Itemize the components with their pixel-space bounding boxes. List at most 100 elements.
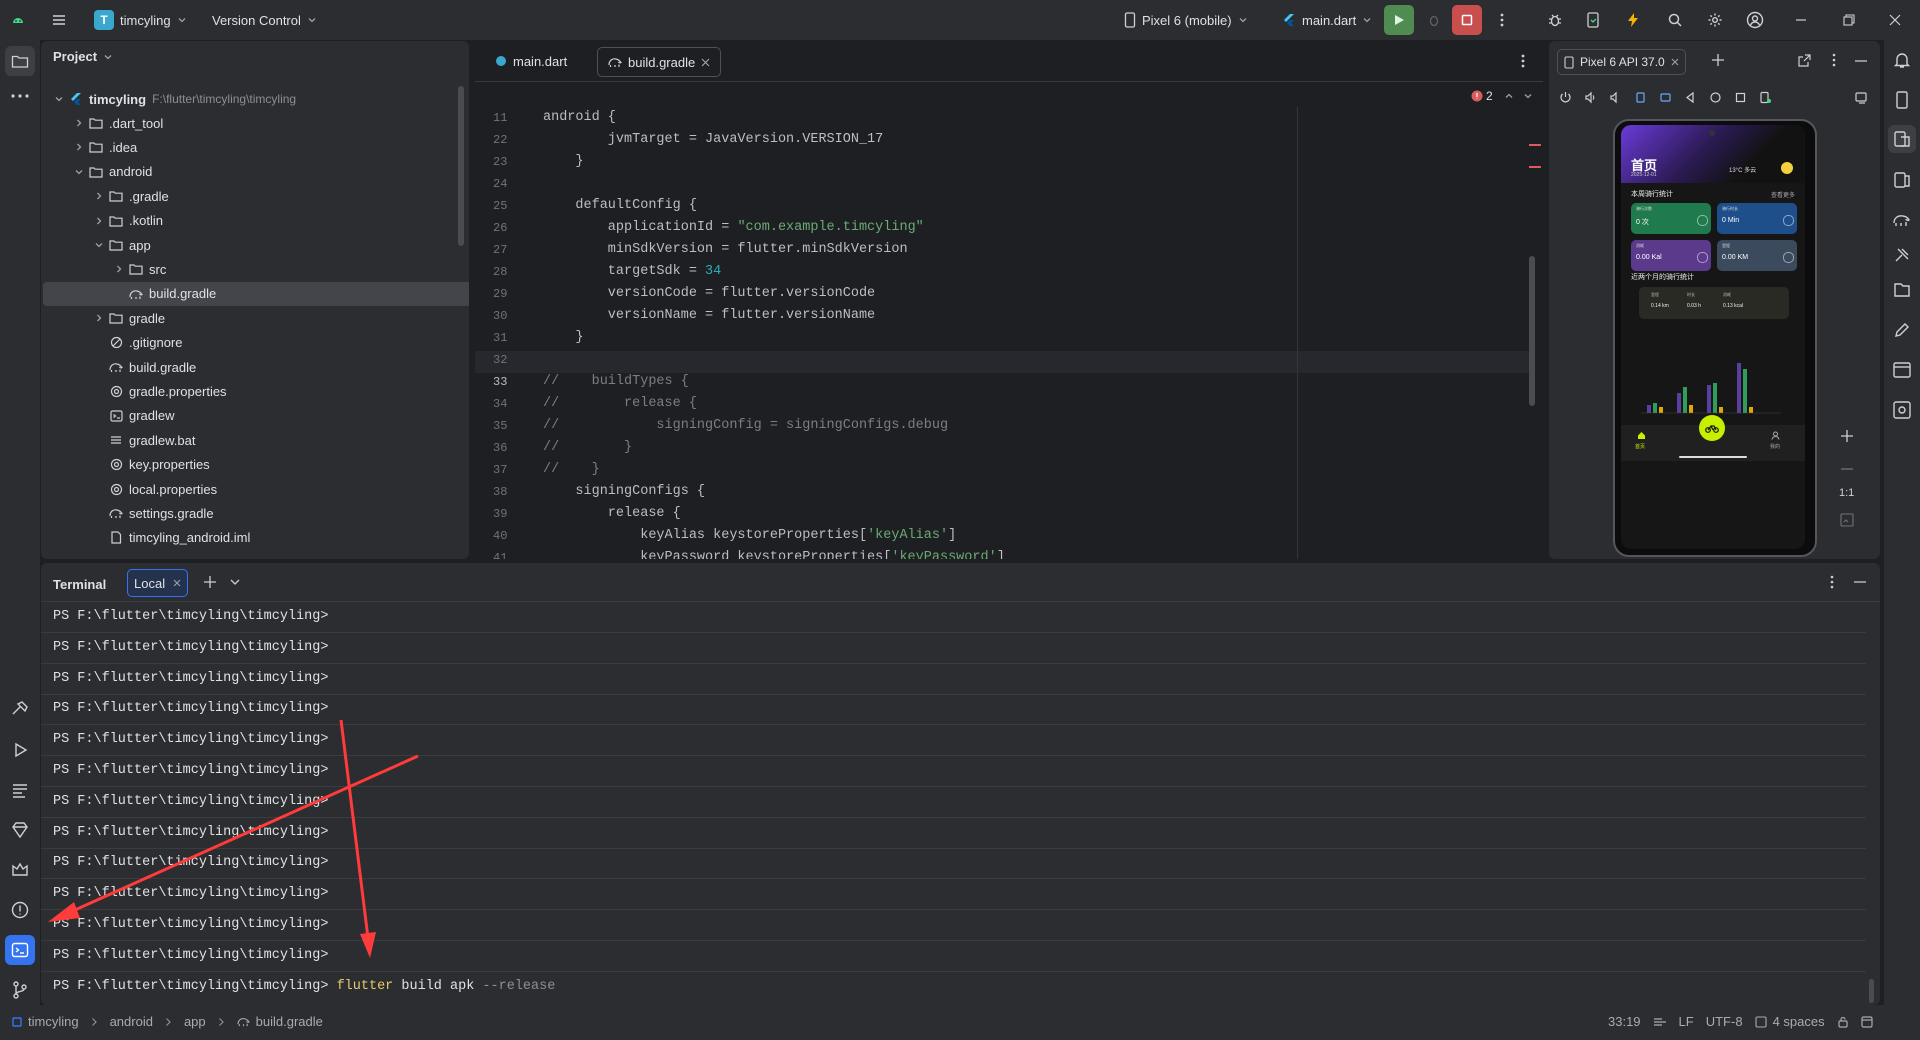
debug-icon[interactable] xyxy=(1419,5,1449,35)
caret-position[interactable]: 33:19 xyxy=(1608,1014,1641,1029)
code-line[interactable]: keyPassword keystoreProperties['keyPassw… xyxy=(543,550,1005,559)
code-line[interactable]: } xyxy=(543,154,583,169)
notifications-icon[interactable] xyxy=(1861,1015,1873,1028)
terminal-line[interactable]: PS F:\flutter\timcyling\timcyling> xyxy=(41,602,1866,633)
device-search-icon[interactable] xyxy=(1892,400,1912,420)
restore-window-icon[interactable] xyxy=(1834,5,1864,35)
terminal-line[interactable]: PS F:\flutter\timcyling\timcyling> xyxy=(41,664,1866,695)
more-actions-icon[interactable] xyxy=(1487,5,1517,35)
search-icon[interactable] xyxy=(1660,5,1690,35)
terminal-input-line[interactable]: PS F:\flutter\timcyling\timcyling> flutt… xyxy=(41,972,1866,1002)
phone-screen[interactable]: 首页 2025-12-01 13°C 多云 本周骑行统计 查看更多 骑行次数 0 … xyxy=(1621,125,1805,549)
tab-main-dart[interactable]: main.dart xyxy=(485,47,577,75)
volume-down-icon[interactable] xyxy=(1609,91,1622,104)
app-stat-card[interactable]: 消耗 0.00 Kal xyxy=(1631,240,1711,271)
tree-item[interactable]: build.gradle xyxy=(43,281,469,306)
rotate-left-icon[interactable] xyxy=(1634,91,1647,104)
tree-root[interactable]: timcyling F:\flutter\timcyling\timcyling xyxy=(51,87,296,111)
tree-item[interactable]: gradle xyxy=(91,306,165,330)
terminal-line[interactable]: PS F:\flutter\timcyling\timcyling> xyxy=(41,848,1866,880)
tree-item[interactable]: gradlew xyxy=(91,404,175,428)
power-icon[interactable] xyxy=(1559,91,1572,104)
tree-item[interactable]: timcyling_android.iml xyxy=(91,526,250,550)
flutter-performance-icon[interactable] xyxy=(1892,280,1912,300)
screenshot-icon[interactable] xyxy=(1759,91,1772,104)
build-hammer-icon[interactable] xyxy=(10,700,30,720)
breadcrumb-project[interactable]: timcyling xyxy=(28,1014,79,1029)
gesture-bar[interactable] xyxy=(1679,456,1747,458)
tree-item[interactable]: .idea xyxy=(71,135,137,159)
back-icon[interactable] xyxy=(1684,91,1697,104)
zoom-in-plus-icon[interactable] xyxy=(1840,429,1854,443)
chevron-up-icon[interactable] xyxy=(1504,91,1514,101)
new-terminal-plus-icon[interactable] xyxy=(203,575,217,589)
terminal-line[interactable]: PS F:\flutter\timcyling\timcyling> xyxy=(41,694,1866,726)
tree-item[interactable]: settings.gradle xyxy=(91,501,214,525)
pen-icon[interactable] xyxy=(1892,320,1912,340)
chevron-right-icon[interactable] xyxy=(71,118,87,128)
main-menu-icon[interactable] xyxy=(44,5,74,35)
tree-item[interactable]: gradlew.bat xyxy=(91,428,196,452)
app-stat-card[interactable]: 里程 0.00 KM xyxy=(1717,240,1797,271)
indent-setting[interactable]: 4 spaces xyxy=(1773,1014,1825,1029)
error-stripe-mark[interactable] xyxy=(1529,166,1541,168)
terminal-line[interactable]: PS F:\flutter\timcyling\timcyling> xyxy=(41,756,1866,787)
code-line[interactable]: keyAlias keystoreProperties['keyAlias'] xyxy=(543,528,956,543)
code-line[interactable]: // signingConfig = signingConfigs.debug xyxy=(543,418,948,433)
breadcrumb-file[interactable]: build.gradle xyxy=(256,1014,323,1029)
terminal-tool-icon[interactable] xyxy=(5,935,35,965)
code-line[interactable]: // } xyxy=(543,462,600,477)
line-separator[interactable]: LF xyxy=(1679,1014,1694,1029)
terminal-line[interactable]: PS F:\flutter\timcyling\timcyling> xyxy=(41,725,1866,757)
nav-profile-label[interactable]: 我的 xyxy=(1770,443,1780,450)
tree-item[interactable]: build.gradle xyxy=(91,355,196,379)
chevron-right-icon[interactable] xyxy=(111,264,127,274)
run-tool-icon[interactable] xyxy=(10,740,30,760)
rotate-right-icon[interactable] xyxy=(1659,91,1672,104)
error-stripe-mark[interactable] xyxy=(1529,144,1541,146)
chevron-down-icon[interactable] xyxy=(1523,91,1533,101)
project-switcher[interactable]: T timcyling xyxy=(88,6,193,34)
hot-reload-icon[interactable] xyxy=(1618,5,1648,35)
app-stat-card[interactable]: 骑行次数 0 次 xyxy=(1631,203,1711,234)
code-line[interactable]: targetSdk = 34 xyxy=(543,264,721,279)
close-tab-icon[interactable] xyxy=(173,579,181,587)
close-tab-icon[interactable] xyxy=(1671,58,1679,66)
lock-icon[interactable] xyxy=(1837,1016,1849,1028)
close-window-icon[interactable] xyxy=(1880,5,1910,35)
device-mirror-icon[interactable] xyxy=(1892,170,1912,190)
device-snapshot-icon[interactable] xyxy=(1855,91,1869,104)
home-circle-icon[interactable] xyxy=(1709,91,1722,104)
code-line[interactable]: applicationId = "com.example.timcyling" xyxy=(543,220,924,235)
terminal-line[interactable]: PS F:\flutter\timcyling\timcyling> xyxy=(41,787,1866,818)
inspection-widget[interactable]: 2 xyxy=(1471,89,1533,103)
git-branch-icon[interactable] xyxy=(10,980,30,1000)
version-control-menu[interactable]: Version Control xyxy=(206,6,323,34)
code-line[interactable]: minSdkVersion = flutter.minSdkVersion xyxy=(543,242,908,257)
terminal-line[interactable]: PS F:\flutter\timcyling\timcyling> xyxy=(41,941,1866,972)
app-section-link[interactable]: 查看更多 xyxy=(1771,190,1795,199)
breadcrumb-android[interactable]: android xyxy=(110,1014,153,1029)
code-line[interactable]: release { xyxy=(543,506,681,521)
notifications-bell-icon[interactable] xyxy=(1892,50,1912,70)
code-line[interactable]: defaultConfig { xyxy=(543,198,697,213)
zoom-actual-size-button[interactable]: 1:1 xyxy=(1839,487,1854,499)
more-icon[interactable] xyxy=(1832,53,1836,67)
tree-item[interactable]: src xyxy=(111,257,166,281)
terminal-minimize-icon[interactable] xyxy=(1854,581,1866,583)
overview-icon[interactable] xyxy=(1734,91,1747,104)
bug-icon[interactable] xyxy=(1540,5,1570,35)
device-explorer-icon[interactable] xyxy=(1892,90,1912,110)
tree-item[interactable]: .dart_tool xyxy=(71,111,163,135)
volume-up-icon[interactable] xyxy=(1584,91,1597,104)
terminal-tab-local[interactable]: Local xyxy=(127,569,189,597)
editor-more-icon[interactable] xyxy=(1521,53,1525,69)
terminal-line[interactable]: PS F:\flutter\timcyling\timcyling> xyxy=(41,633,1866,664)
device-manager-icon[interactable] xyxy=(1578,5,1608,35)
code-line[interactable]: // } xyxy=(543,440,632,455)
nav-home-label[interactable]: 首页 xyxy=(1635,443,1645,450)
tree-item[interactable]: android xyxy=(71,160,152,184)
zoom-fit-icon[interactable] xyxy=(1840,513,1854,527)
run-button[interactable] xyxy=(1384,5,1414,35)
running-devices-icon[interactable] xyxy=(1888,125,1916,153)
